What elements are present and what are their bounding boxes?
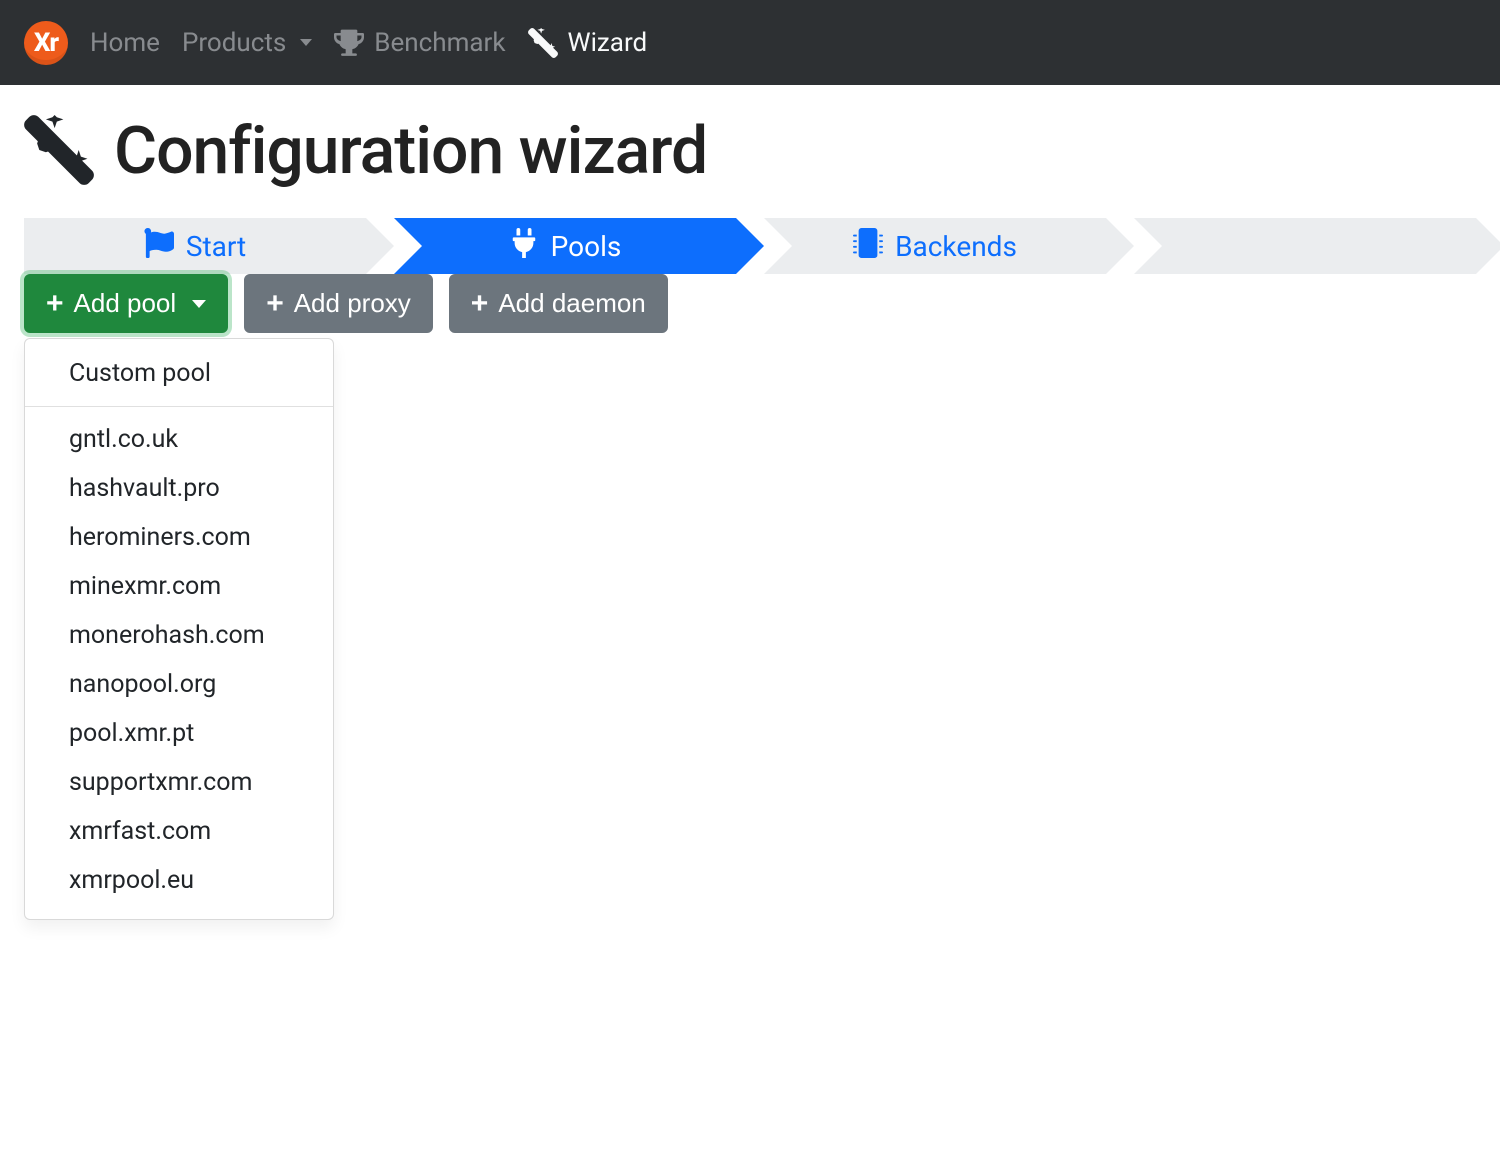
chevron-down-icon xyxy=(300,39,312,46)
nav-home-label: Home xyxy=(90,28,160,58)
dropdown-item-custom-pool[interactable]: Custom pool xyxy=(25,349,333,398)
step-backends-label: Backends xyxy=(895,230,1017,263)
dropdown-item-pool[interactable]: herominers.com xyxy=(25,513,333,562)
dropdown-item-pool[interactable]: hashvault.pro xyxy=(25,464,333,513)
chevron-down-icon xyxy=(192,300,206,308)
wizard-stepper: Start Pools Backends xyxy=(0,218,1500,274)
nav-benchmark[interactable]: Benchmark xyxy=(334,28,505,58)
trophy-icon xyxy=(334,28,364,58)
step-pools[interactable]: Pools xyxy=(394,218,736,274)
dropdown-item-pool[interactable]: xmrpool.eu xyxy=(25,856,333,905)
page-header: Configuration wizard xyxy=(0,85,1500,218)
brand-logo[interactable]: Xr xyxy=(24,21,68,65)
dropdown-item-pool[interactable]: monerohash.com xyxy=(25,611,333,660)
step-start-label: Start xyxy=(186,230,246,263)
step-pools-label: Pools xyxy=(551,230,622,263)
plus-icon: + xyxy=(471,289,489,319)
magic-wand-icon xyxy=(24,115,94,189)
add-proxy-button[interactable]: + Add proxy xyxy=(244,274,433,333)
add-pool-label: Add pool xyxy=(74,288,177,319)
nav-home[interactable]: Home xyxy=(90,28,160,58)
dropdown-item-pool[interactable]: gntl.co.uk xyxy=(25,415,333,464)
step-next-placeholder[interactable] xyxy=(1134,218,1476,274)
dropdown-item-pool[interactable]: minexmr.com xyxy=(25,562,333,611)
dropdown-divider xyxy=(25,406,333,407)
dropdown-item-pool[interactable]: xmrfast.com xyxy=(25,807,333,856)
dropdown-item-pool[interactable]: supportxmr.com xyxy=(25,758,333,807)
nav-products-label: Products xyxy=(182,28,286,58)
add-daemon-label: Add daemon xyxy=(498,288,645,319)
magic-wand-icon xyxy=(528,28,558,58)
nav-wizard-label: Wizard xyxy=(568,28,648,58)
step-start[interactable]: Start xyxy=(24,218,366,274)
nav-benchmark-label: Benchmark xyxy=(374,28,505,58)
add-pool-dropdown: Custom pool gntl.co.uk hashvault.pro her… xyxy=(24,338,334,920)
nav-wizard[interactable]: Wizard xyxy=(528,28,648,58)
flag-icon xyxy=(144,228,174,265)
add-pool-button[interactable]: + Add pool xyxy=(24,274,228,333)
top-navbar: Xr Home Products Benchmark Wizard xyxy=(0,0,1500,85)
step-backends[interactable]: Backends xyxy=(764,218,1106,274)
add-proxy-label: Add proxy xyxy=(294,288,411,319)
dropdown-item-pool[interactable]: pool.xmr.pt xyxy=(25,709,333,758)
dropdown-item-pool[interactable]: nanopool.org xyxy=(25,660,333,709)
nav-products[interactable]: Products xyxy=(182,28,312,58)
plus-icon: + xyxy=(266,289,284,319)
plug-icon xyxy=(509,228,539,265)
page-title: Configuration wizard xyxy=(114,113,707,190)
plus-icon: + xyxy=(46,289,64,319)
add-daemon-button[interactable]: + Add daemon xyxy=(449,274,668,333)
pool-actions: + Add pool Custom pool gntl.co.uk hashva… xyxy=(0,274,1500,333)
microchip-icon xyxy=(853,228,883,265)
